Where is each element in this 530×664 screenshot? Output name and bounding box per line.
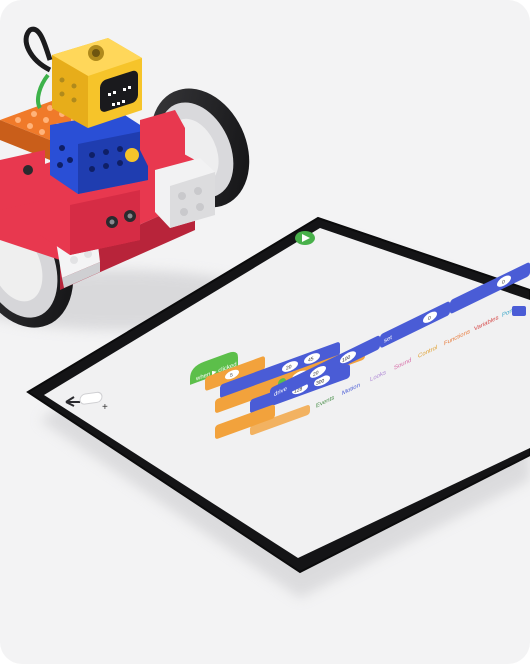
run-button[interactable] [295,231,315,245]
control-value: 5 [230,372,233,379]
cable [23,26,53,73]
side-tab[interactable] [512,306,526,316]
scene: + when ▶ clicked 5 20 45 128 300 1 [0,26,530,598]
photo-card: + when ▶ clicked 5 20 45 128 300 1 [0,0,530,664]
zoom-in-button[interactable]: + [102,402,108,413]
